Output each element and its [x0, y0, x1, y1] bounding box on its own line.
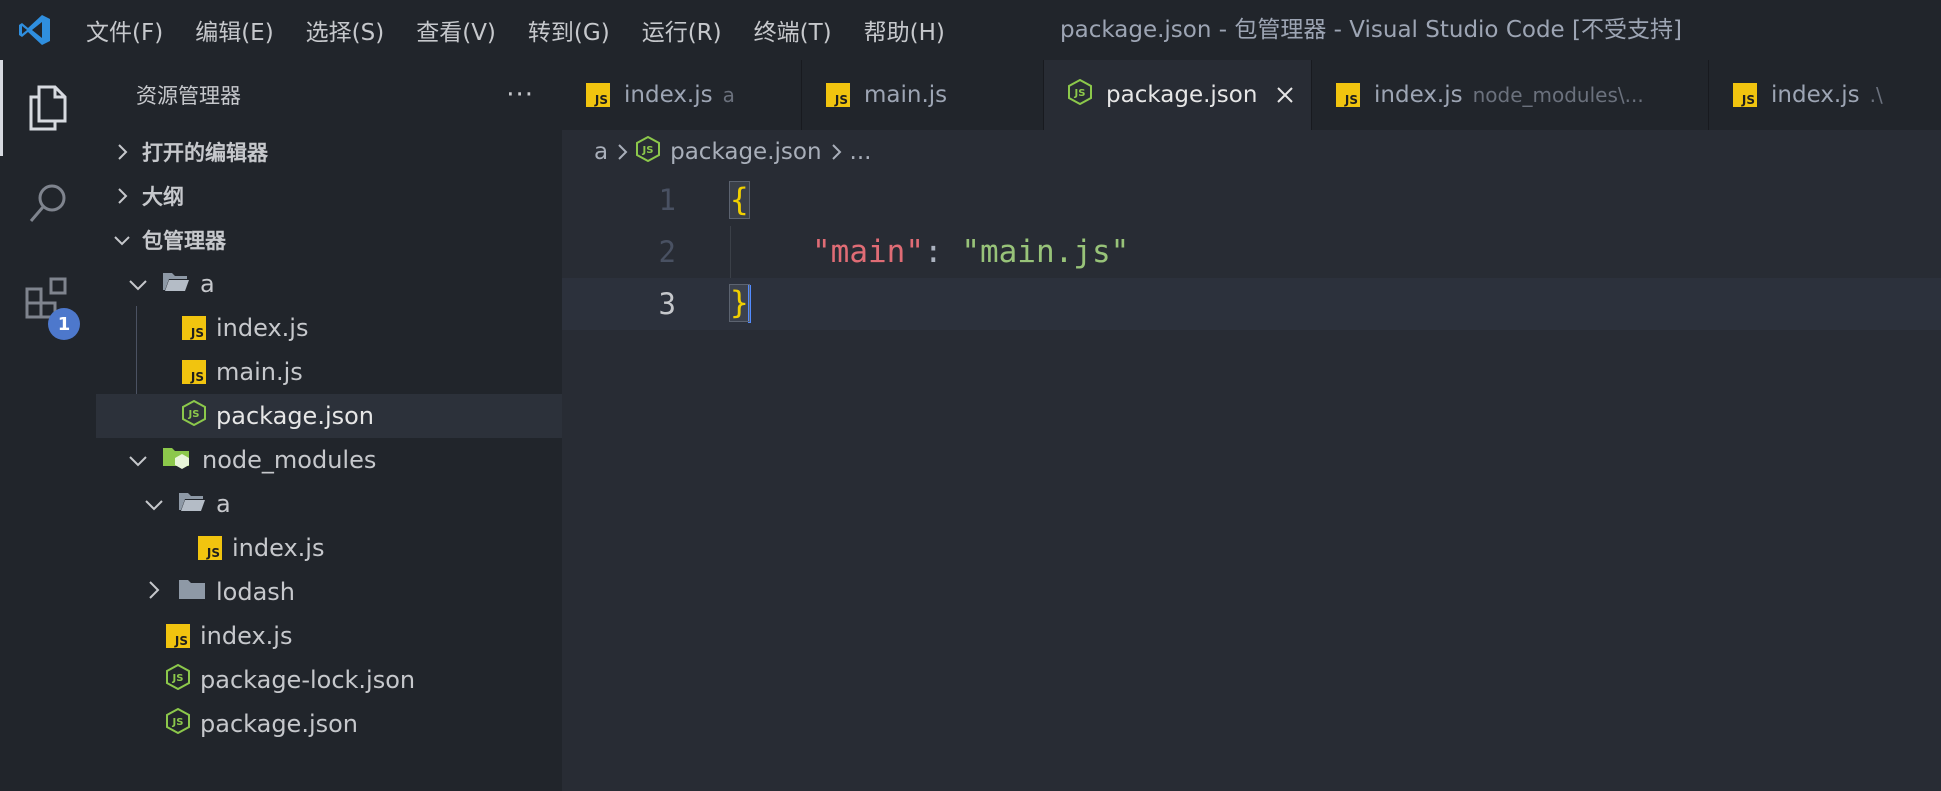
- vscode-logo-icon: [0, 0, 70, 60]
- title-bar: 文件(F) 编辑(E) 选择(S) 查看(V) 转到(G) 运行(R) 终端(T…: [0, 0, 1941, 60]
- tree-file-a-main[interactable]: JS main.js: [96, 350, 562, 394]
- editor-tabs: JS index.js a JS main.js JS package.json…: [562, 60, 1941, 130]
- close-icon: [1277, 87, 1293, 103]
- section-label: 大纲: [142, 185, 184, 209]
- nodejs-icon: JS: [166, 707, 190, 740]
- js-icon: JS: [1336, 83, 1360, 107]
- chevron-down-icon: [128, 446, 148, 474]
- line-number: 3: [658, 287, 676, 321]
- menu-run[interactable]: 运行(R): [626, 0, 738, 60]
- more-actions-button[interactable]: ···: [506, 80, 534, 110]
- folder-open-icon: [178, 490, 206, 518]
- chevron-right-icon: [108, 130, 136, 174]
- explorer-icon: [29, 85, 67, 131]
- chevron-down-icon: [144, 490, 164, 518]
- tree-file-root-index[interactable]: JS index.js: [96, 614, 562, 658]
- folder-open-icon: [162, 270, 190, 298]
- chevron-right-icon: [616, 143, 628, 161]
- tab-package-json[interactable]: JS package.json: [1044, 60, 1312, 130]
- explorer-header: 资源管理器 ···: [96, 60, 562, 130]
- nodejs-icon: JS: [636, 135, 661, 168]
- tree-folder-nm-a[interactable]: a: [96, 482, 562, 526]
- nodejs-icon: JS: [166, 663, 190, 696]
- breadcrumb: a JS package.json ...: [594, 130, 871, 174]
- section-workspace[interactable]: 包管理器: [96, 218, 562, 262]
- explorer-activity-button[interactable]: [0, 60, 96, 156]
- section-label: 包管理器: [142, 229, 226, 253]
- chevron-right-icon: [108, 174, 136, 218]
- js-icon: JS: [198, 536, 222, 560]
- code-line-2[interactable]: 2 "main": "main.js": [562, 226, 1941, 278]
- js-icon: JS: [166, 624, 190, 648]
- menu-selection[interactable]: 选择(S): [290, 0, 401, 60]
- line-number: 2: [658, 235, 676, 269]
- svg-text:JS: JS: [1074, 88, 1086, 99]
- nodejs-icon: JS: [1068, 78, 1092, 111]
- code-line-1[interactable]: 1 {: [562, 174, 1941, 226]
- menu-go[interactable]: 转到(G): [512, 0, 626, 60]
- explorer-title: 资源管理器: [136, 84, 241, 108]
- extensions-activity-button[interactable]: 1: [0, 252, 96, 348]
- menu-file[interactable]: 文件(F): [70, 0, 179, 60]
- section-label: 打开的编辑器: [142, 141, 268, 165]
- chevron-down-icon: [128, 270, 148, 298]
- explorer-sidebar: 资源管理器 ··· 打开的编辑器 大纲 包管理器 a JS index.js J…: [96, 60, 562, 791]
- breadcrumb-file[interactable]: package.json: [670, 139, 821, 165]
- activity-bar: 1: [0, 60, 96, 791]
- js-icon: JS: [182, 316, 206, 340]
- close-brace: }: [729, 283, 750, 322]
- chevron-right-icon: [146, 578, 162, 606]
- tree-file-a-index[interactable]: JS index.js: [96, 306, 562, 350]
- extensions-badge: 1: [48, 308, 80, 340]
- line-number: 1: [658, 183, 676, 217]
- section-open-editors[interactable]: 打开的编辑器: [96, 130, 562, 174]
- breadcrumb-folder[interactable]: a: [594, 139, 608, 165]
- js-icon: JS: [826, 83, 850, 107]
- tree-folder-node-modules[interactable]: node_modules: [96, 438, 562, 482]
- menu-view[interactable]: 查看(V): [400, 0, 512, 60]
- js-icon: JS: [1733, 83, 1757, 107]
- js-icon: JS: [586, 83, 610, 107]
- tree-file-nm-a-index[interactable]: JS index.js: [96, 526, 562, 570]
- nodejs-icon: JS: [182, 399, 206, 432]
- svg-text:JS: JS: [172, 673, 184, 684]
- menu-edit[interactable]: 编辑(E): [179, 0, 289, 60]
- code-editor[interactable]: 1 { 2 "main": "main.js" 3 }: [562, 174, 1941, 791]
- menu-terminal[interactable]: 终端(T): [738, 0, 848, 60]
- code-line-3[interactable]: 3 }: [562, 278, 1941, 330]
- menu-help[interactable]: 帮助(H): [848, 0, 961, 60]
- svg-text:JS: JS: [188, 409, 200, 420]
- open-brace: {: [729, 181, 750, 219]
- tab-index-root[interactable]: JS index.js .\: [1709, 60, 1941, 130]
- svg-text:JS: JS: [172, 717, 184, 728]
- tree-folder-lodash[interactable]: lodash: [96, 570, 562, 614]
- svg-text:JS: JS: [642, 145, 654, 156]
- chevron-right-icon: [830, 143, 842, 161]
- node-folder-icon: [162, 445, 192, 475]
- search-icon: [29, 184, 66, 222]
- json-value: "main.js": [961, 234, 1130, 270]
- folder-icon: [178, 578, 206, 606]
- json-colon: :: [923, 234, 962, 270]
- search-activity-button[interactable]: [0, 156, 96, 252]
- json-key: "main": [812, 234, 924, 270]
- tab-main[interactable]: JS main.js: [802, 60, 1044, 130]
- section-outline[interactable]: 大纲: [96, 174, 562, 218]
- breadcrumb-more[interactable]: ...: [850, 139, 872, 165]
- js-icon: JS: [182, 360, 206, 384]
- tree-folder-a[interactable]: a: [96, 262, 562, 306]
- menu-bar: 文件(F) 编辑(E) 选择(S) 查看(V) 转到(G) 运行(R) 终端(T…: [70, 0, 961, 60]
- tree-file-a-package[interactable]: JS package.json: [96, 394, 562, 438]
- chevron-down-icon: [108, 218, 136, 262]
- window-title: package.json - 包管理器 - Visual Studio Code…: [1060, 17, 1682, 43]
- file-tree: a JS index.js JS main.js JS package.json…: [96, 262, 562, 746]
- tree-file-root-package[interactable]: JS package.json: [96, 702, 562, 746]
- close-tab-button[interactable]: [1275, 60, 1295, 130]
- tab-index-node-modules[interactable]: JS index.js node_modules\...: [1312, 60, 1709, 130]
- text-cursor: [747, 285, 751, 324]
- tree-file-root-lock[interactable]: JS package-lock.json: [96, 658, 562, 702]
- tab-index-a[interactable]: JS index.js a: [562, 60, 802, 130]
